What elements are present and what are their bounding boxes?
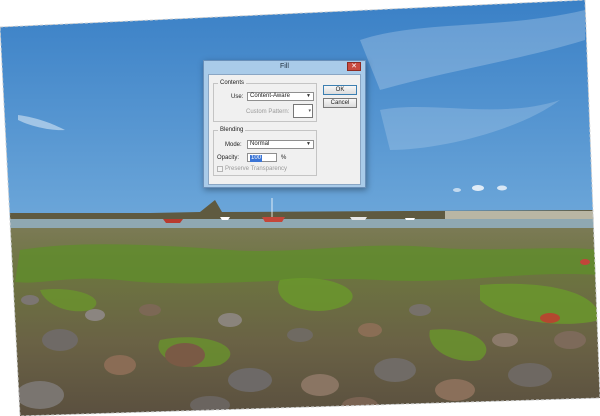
opacity-label: Opacity: [217, 155, 240, 161]
close-icon: ✕ [351, 63, 357, 70]
cancel-button[interactable]: Cancel [323, 98, 357, 108]
dialog-title: Fill [280, 63, 289, 70]
use-select-value: Content-Aware [250, 93, 290, 99]
boat [350, 217, 367, 220]
opacity-unit: % [281, 155, 287, 161]
boat [163, 219, 183, 223]
fill-dialog: Fill ✕ Contents Use: Content-Aware ▼ Cus… [203, 60, 366, 188]
harbour-wall [445, 211, 595, 219]
use-select[interactable]: Content-Aware ▼ [247, 92, 314, 101]
chevron-down-icon: ▾ [308, 108, 311, 114]
custom-pattern-label: Custom Pattern: [246, 109, 290, 115]
dialog-body: Contents Use: Content-Aware ▼ Custom Pat… [208, 74, 361, 185]
boat [405, 218, 415, 220]
boat [262, 217, 285, 222]
blending-group-label: Blending [218, 126, 246, 134]
opacity-value: 100 [250, 155, 263, 162]
custom-pattern-picker[interactable]: ▾ [293, 104, 313, 118]
mode-label: Mode: [225, 142, 242, 148]
mode-select[interactable]: Normal ▼ [247, 140, 314, 149]
mode-select-value: Normal [250, 141, 270, 147]
close-button[interactable]: ✕ [347, 62, 361, 71]
opacity-input[interactable]: 100 [247, 153, 277, 162]
cloud [453, 188, 461, 192]
cloud [472, 185, 484, 191]
chevron-down-icon: ▼ [306, 93, 311, 99]
ok-button[interactable]: OK [323, 85, 357, 95]
preserve-transparency-checkbox[interactable] [217, 166, 223, 172]
preserve-transparency-label: Preserve Transparency [225, 166, 288, 172]
chevron-down-icon: ▼ [306, 141, 311, 147]
cloud [497, 185, 507, 191]
contents-group-label: Contents [218, 79, 247, 87]
use-label: Use: [231, 94, 244, 100]
